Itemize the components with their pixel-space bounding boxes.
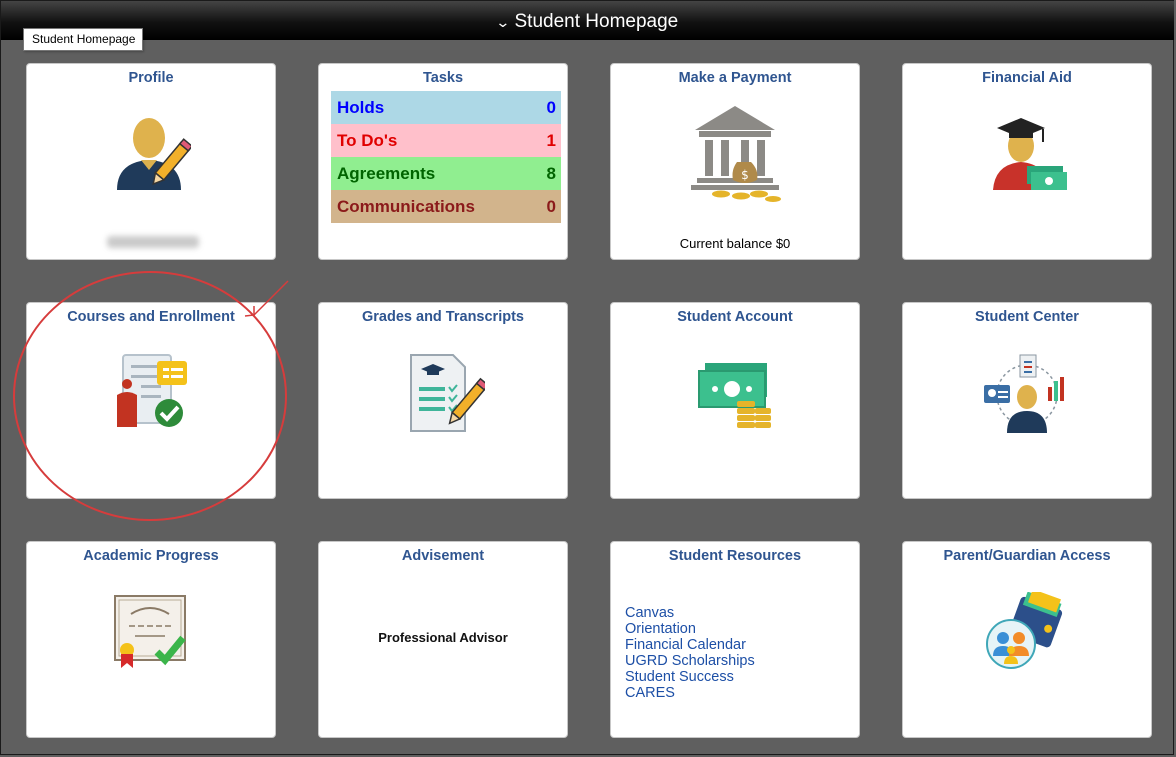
tile-title: Student Center xyxy=(975,309,1079,325)
tile-title: Advisement xyxy=(401,548,485,564)
tile-financial-aid[interactable]: Financial Aid xyxy=(902,63,1152,260)
header-title: Student Homepage xyxy=(514,11,679,32)
tile-grades-transcripts[interactable]: Grades and Transcripts xyxy=(318,302,568,499)
tile-courses-enrollment[interactable]: Courses and Enrollment xyxy=(26,302,276,499)
tasks-list: Holds 0 To Do's 1 Agreements 8 Communica… xyxy=(331,91,561,223)
tile-title: Financial Aid xyxy=(982,70,1072,86)
user-pencil-icon xyxy=(27,114,275,199)
task-label: Communications xyxy=(337,196,475,216)
tile-student-center[interactable]: Student Center xyxy=(902,302,1152,499)
tooltip: Student Homepage xyxy=(23,28,144,51)
tile-title: Academic Progress xyxy=(83,548,219,564)
tile-title: Make a Payment xyxy=(678,70,792,86)
diploma-check-icon xyxy=(27,592,275,677)
task-count: 1 xyxy=(546,130,556,150)
advisor-name: Professional Advisor xyxy=(378,630,508,645)
tile-title: Grades and Transcripts xyxy=(362,309,524,325)
task-agreements[interactable]: Agreements 8 xyxy=(331,157,561,190)
tile-academic-progress[interactable]: Academic Progress xyxy=(26,541,276,738)
bank-icon: $ xyxy=(611,104,859,209)
cash-coins-icon xyxy=(611,359,859,438)
tile-student-resources[interactable]: Student Resources Canvas Orientation Fin… xyxy=(610,541,860,738)
current-balance: Current balance $0 xyxy=(679,236,791,251)
tile-advisement[interactable]: Advisement Professional Advisor xyxy=(318,541,568,738)
task-label: To Do's xyxy=(337,130,398,150)
page-header: ⌄ Student Homepage xyxy=(1,1,1174,40)
tile-student-account[interactable]: Student Account xyxy=(610,302,860,499)
tile-title: Courses and Enrollment xyxy=(67,309,235,325)
task-todos[interactable]: To Do's 1 xyxy=(331,124,561,157)
tile-title: Student Resources xyxy=(668,548,802,564)
tile-profile[interactable]: Profile xyxy=(26,63,276,260)
tile-title: Parent/Guardian Access xyxy=(943,548,1111,564)
transcript-pencil-icon xyxy=(319,351,567,440)
homepage-selector[interactable]: ⌄ Student Homepage xyxy=(495,11,679,33)
task-label: Agreements xyxy=(337,163,436,183)
link-ugrd-scholarships[interactable]: UGRD Scholarships xyxy=(625,653,755,669)
link-financial-calendar[interactable]: Financial Calendar xyxy=(625,637,755,653)
resources-list: Canvas Orientation Financial Calendar UG… xyxy=(625,605,755,701)
chevron-down-icon: ⌄ xyxy=(495,13,511,30)
link-cares[interactable]: CARES xyxy=(625,685,755,701)
link-orientation[interactable]: Orientation xyxy=(625,621,755,637)
task-holds[interactable]: Holds 0 xyxy=(331,91,561,124)
task-count: 8 xyxy=(546,163,556,183)
task-communications[interactable]: Communications 0 xyxy=(331,190,561,223)
student-center-icon xyxy=(903,351,1151,440)
link-canvas[interactable]: Canvas xyxy=(625,605,755,621)
tile-tasks[interactable]: Tasks Holds 0 To Do's 1 Agreements 8 Com… xyxy=(318,63,568,260)
enrollment-checklist-icon xyxy=(27,351,275,440)
svg-text:$: $ xyxy=(741,168,749,182)
family-wallet-icon xyxy=(903,592,1151,677)
task-count: 0 xyxy=(546,196,556,216)
tile-title: Tasks xyxy=(422,70,464,86)
graduate-money-icon xyxy=(903,114,1151,199)
tile-make-payment[interactable]: Make a Payment $ Current balance $0 xyxy=(610,63,860,260)
task-count: 0 xyxy=(546,97,556,117)
student-id-blurred xyxy=(107,236,199,248)
tile-parent-guardian-access[interactable]: Parent/Guardian Access xyxy=(902,541,1152,738)
link-student-success[interactable]: Student Success xyxy=(625,669,755,685)
task-label: Holds xyxy=(337,97,385,117)
tile-title: Student Account xyxy=(677,309,793,325)
tile-title: Profile xyxy=(128,70,174,86)
